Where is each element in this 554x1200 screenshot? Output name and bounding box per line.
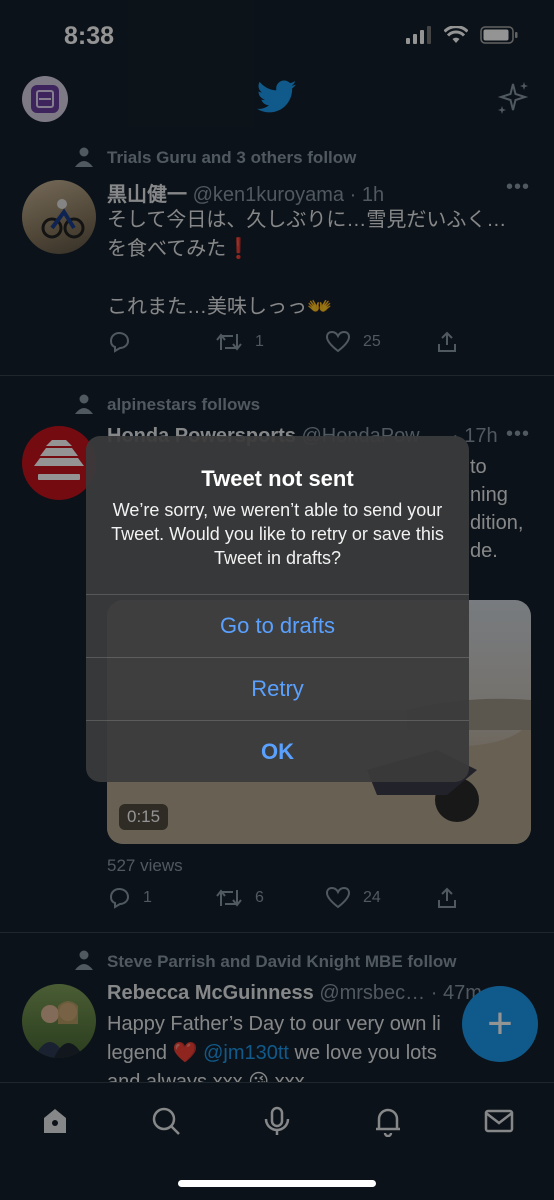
retry-button[interactable]: Retry — [86, 657, 469, 720]
tweet-not-sent-alert: Tweet not sent We’re sorry, we weren’t a… — [86, 436, 469, 782]
alert-title: Tweet not sent — [201, 466, 354, 491]
home-indicator[interactable] — [178, 1180, 376, 1187]
ok-button[interactable]: OK — [86, 720, 469, 782]
alert-message: We’re sorry, we weren’t able to send you… — [111, 500, 444, 568]
go-to-drafts-button[interactable]: Go to drafts — [86, 594, 469, 657]
